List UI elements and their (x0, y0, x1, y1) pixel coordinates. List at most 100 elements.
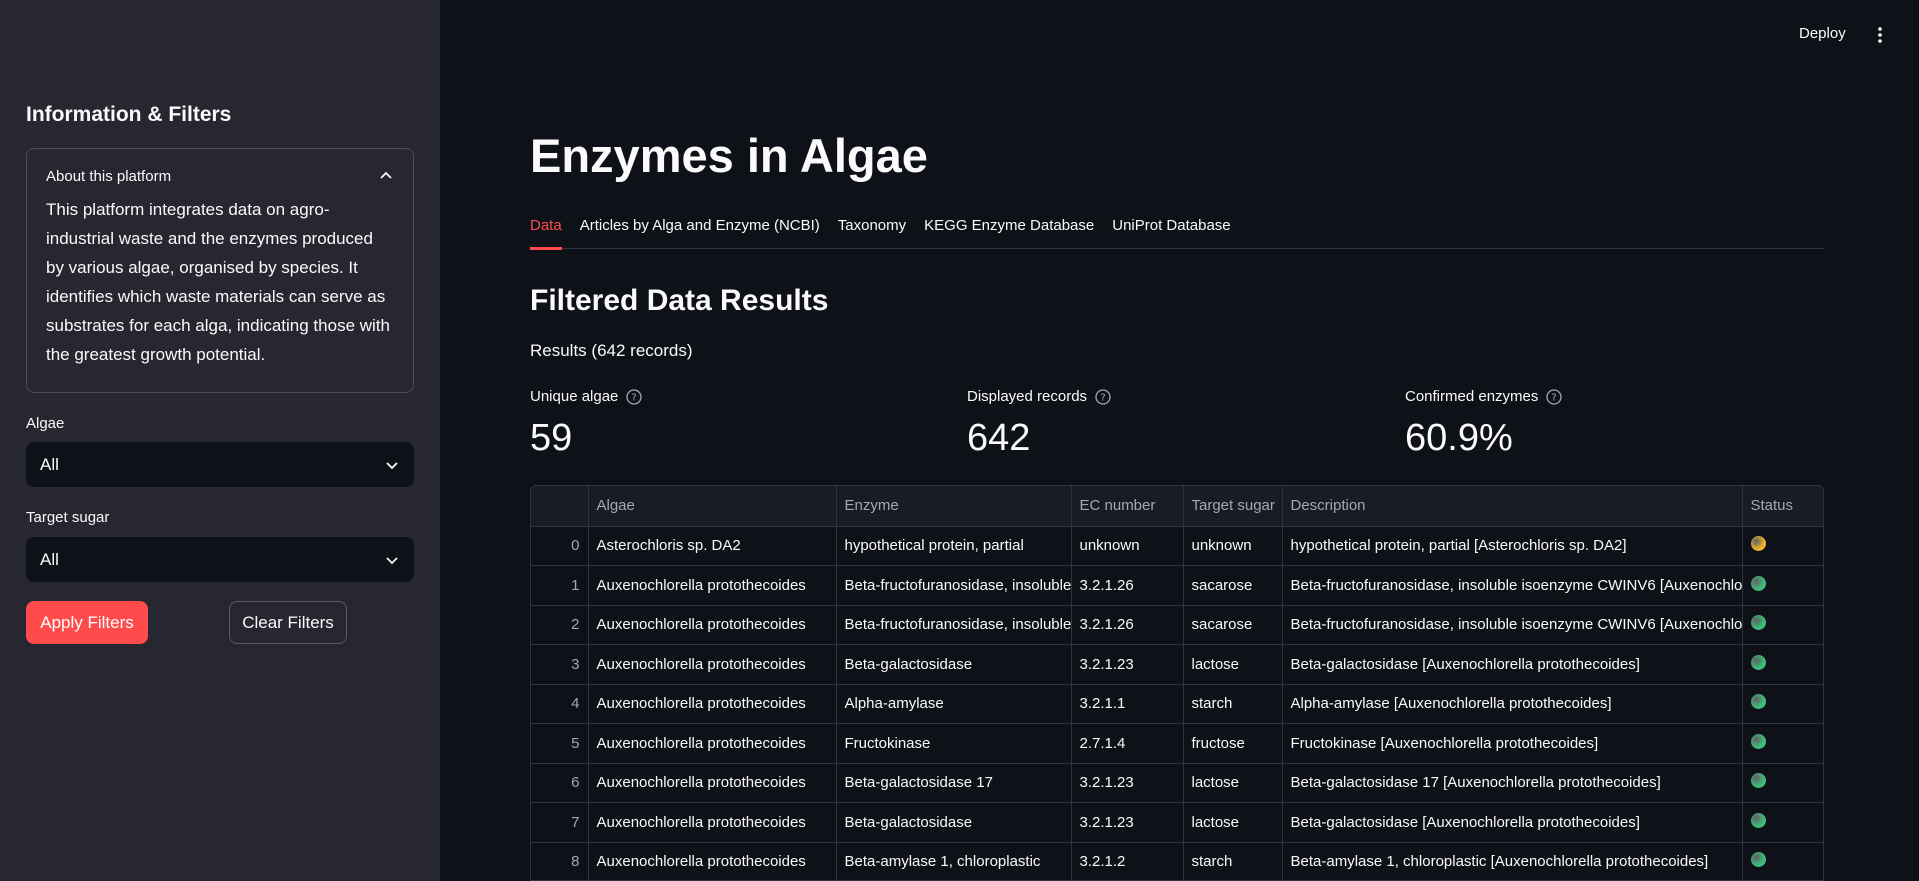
table-cell-sugar[interactable]: lactose (1183, 644, 1283, 685)
table-cell-desc[interactable]: Beta-amylase 1, chloroplastic [Auxenochl… (1282, 842, 1743, 880)
table-row[interactable]: 0 Asterochloris sp. DA2 hypothetical prote… (531, 526, 1823, 566)
table-cell-idx[interactable]: 5 (531, 723, 589, 764)
tab-data[interactable]: Data (530, 215, 562, 250)
table-row[interactable]: 6 Auxenochlorella protothecoides Beta-gala… (531, 763, 1823, 803)
table-cell-sugar[interactable]: unknown (1183, 526, 1283, 566)
metric-displayed-records: Displayed records ? 642 (967, 388, 1111, 460)
table-cell-status[interactable] (1742, 644, 1823, 685)
table-cell-status[interactable] (1742, 763, 1823, 803)
column-header[interactable]: Enzyme (836, 486, 1072, 527)
table-row[interactable]: 1 Auxenochlorella protothecoides Beta-fruc… (531, 565, 1823, 606)
page-title: Enzymes in Algae (530, 129, 928, 182)
svg-text:?: ? (1100, 392, 1105, 403)
table-cell-idx[interactable]: 3 (531, 644, 589, 685)
table-cell-sugar[interactable]: lactose (1183, 802, 1283, 843)
table-cell-desc[interactable]: Alpha-amylase [Auxenochlorella protothec… (1282, 684, 1743, 724)
table-cell-status[interactable] (1742, 605, 1823, 645)
table-cell-ec[interactable]: 3.2.1.1 (1071, 684, 1184, 724)
table-cell-desc[interactable]: Fructokinase [Auxenochlorella prototheco… (1282, 723, 1743, 764)
table-cell-status[interactable] (1742, 565, 1823, 606)
table-cell-idx[interactable]: 1 (531, 565, 589, 606)
table-cell-desc[interactable]: Beta-galactosidase [Auxenochlorella prot… (1282, 644, 1743, 685)
table-cell-enzyme[interactable]: Beta-fructofuranosidase, insoluble (836, 565, 1072, 606)
table-cell-sugar[interactable]: lactose (1183, 763, 1283, 803)
table-cell-enzyme[interactable]: Fructokinase (836, 723, 1072, 764)
target-sugar-select[interactable]: All (26, 537, 414, 582)
table-cell-enzyme[interactable]: Beta-amylase 1, chloroplastic (836, 842, 1072, 880)
table-cell-ec[interactable]: 3.2.1.26 (1071, 565, 1184, 606)
table-cell-status[interactable] (1742, 684, 1823, 724)
table-cell-algae[interactable]: Auxenochlorella protothecoides (588, 802, 837, 843)
table-cell-ec[interactable]: 3.2.1.23 (1071, 763, 1184, 803)
column-header[interactable]: Status (1742, 486, 1823, 527)
table-cell-idx[interactable]: 2 (531, 605, 589, 645)
table-cell-algae[interactable]: Auxenochlorella protothecoides (588, 723, 837, 764)
table-cell-enzyme[interactable]: Beta-fructofuranosidase, insoluble (836, 605, 1072, 645)
apply-filters-button[interactable]: Apply Filters (26, 601, 148, 644)
column-header[interactable]: Description (1282, 486, 1743, 527)
table-cell-idx[interactable]: 8 (531, 842, 589, 880)
clear-filters-button[interactable]: Clear Filters (229, 601, 347, 644)
table-cell-ec[interactable]: 2.7.1.4 (1071, 723, 1184, 764)
table-cell-ec[interactable]: 3.2.1.2 (1071, 842, 1184, 880)
column-header[interactable]: EC number (1071, 486, 1184, 527)
table-cell-status[interactable] (1742, 723, 1823, 764)
table-cell-status[interactable] (1742, 802, 1823, 843)
table-cell-sugar[interactable]: sacarose (1183, 605, 1283, 645)
table-cell-algae[interactable]: Auxenochlorella protothecoides (588, 842, 837, 880)
table-cell-sugar[interactable]: starch (1183, 842, 1283, 880)
status-confirmed-icon (1750, 812, 1766, 828)
tab-uniprot[interactable]: UniProt Database (1112, 215, 1230, 249)
metric-label: Unique algae (530, 388, 619, 405)
table-cell-desc[interactable]: Beta-fructofuranosidase, insoluble isoen… (1282, 565, 1743, 606)
table-cell-ec[interactable]: 3.2.1.23 (1071, 802, 1184, 843)
svg-text:?: ? (1552, 392, 1557, 403)
table-cell-idx[interactable]: 7 (531, 802, 589, 843)
algae-select[interactable]: All (26, 442, 414, 487)
table-cell-desc[interactable]: Beta-galactosidase 17 [Auxenochlorella p… (1282, 763, 1743, 803)
table-cell-algae[interactable]: Auxenochlorella protothecoides (588, 763, 837, 803)
table-cell-enzyme[interactable]: Beta-galactosidase (836, 644, 1072, 685)
deploy-button[interactable]: Deploy (1799, 25, 1846, 42)
table-cell-ec[interactable]: unknown (1071, 526, 1184, 566)
table-cell-desc[interactable]: Beta-galactosidase [Auxenochlorella prot… (1282, 802, 1743, 843)
table-cell-status[interactable] (1742, 526, 1823, 566)
kebab-menu-icon[interactable] (1870, 25, 1890, 45)
table-row[interactable]: 3 Auxenochlorella protothecoides Beta-gala… (531, 644, 1823, 685)
table-cell-desc[interactable]: Beta-fructofuranosidase, insoluble isoen… (1282, 605, 1743, 645)
table-cell-desc[interactable]: hypothetical protein, partial [Asterochl… (1282, 526, 1743, 566)
table-cell-sugar[interactable]: starch (1183, 684, 1283, 724)
column-header-index[interactable] (531, 486, 589, 527)
table-cell-algae[interactable]: Auxenochlorella protothecoides (588, 605, 837, 645)
table-cell-ec[interactable]: 3.2.1.23 (1071, 644, 1184, 685)
table-cell-status[interactable] (1742, 842, 1823, 880)
table-cell-algae[interactable]: Asterochloris sp. DA2 (588, 526, 837, 566)
table-cell-algae[interactable]: Auxenochlorella protothecoides (588, 684, 837, 724)
help-icon[interactable]: ? (626, 388, 643, 405)
table-row[interactable]: 5 Auxenochlorella protothecoides Fructokin… (531, 723, 1823, 764)
table-cell-algae[interactable]: Auxenochlorella protothecoides (588, 565, 837, 606)
table-cell-idx[interactable]: 4 (531, 684, 589, 724)
table-cell-idx[interactable]: 0 (531, 526, 589, 566)
data-table[interactable]: Algae Enzyme EC number Target sugar Descript… (530, 485, 1824, 881)
table-row[interactable]: 2 Auxenochlorella protothecoides Beta-fruc… (531, 605, 1823, 645)
table-cell-algae[interactable]: Auxenochlorella protothecoides (588, 644, 837, 685)
tab-taxonomy[interactable]: Taxonomy (838, 215, 906, 249)
table-cell-enzyme[interactable]: Alpha-amylase (836, 684, 1072, 724)
table-cell-enzyme[interactable]: Beta-galactosidase 17 (836, 763, 1072, 803)
column-header[interactable]: Target sugar (1183, 486, 1283, 527)
table-cell-enzyme[interactable]: Beta-galactosidase (836, 802, 1072, 843)
table-row[interactable]: 8 Auxenochlorella protothecoides Beta-amyl… (531, 842, 1823, 880)
column-header[interactable]: Algae (588, 486, 837, 527)
help-icon[interactable]: ? (1095, 388, 1111, 405)
table-cell-idx[interactable]: 6 (531, 763, 589, 803)
table-cell-ec[interactable]: 3.2.1.26 (1071, 605, 1184, 645)
tab-kegg[interactable]: KEGG Enzyme Database (924, 215, 1094, 249)
tab-articles[interactable]: Articles by Alga and Enzyme (NCBI) (580, 215, 820, 249)
table-cell-enzyme[interactable]: hypothetical protein, partial (836, 526, 1072, 566)
table-cell-sugar[interactable]: sacarose (1183, 565, 1283, 606)
table-row[interactable]: 4 Auxenochlorella protothecoides Alpha-amy… (531, 684, 1823, 724)
table-row[interactable]: 7 Auxenochlorella protothecoides Beta-gala… (531, 802, 1823, 843)
table-cell-sugar[interactable]: fructose (1183, 723, 1283, 764)
help-icon[interactable]: ? (1546, 388, 1563, 405)
